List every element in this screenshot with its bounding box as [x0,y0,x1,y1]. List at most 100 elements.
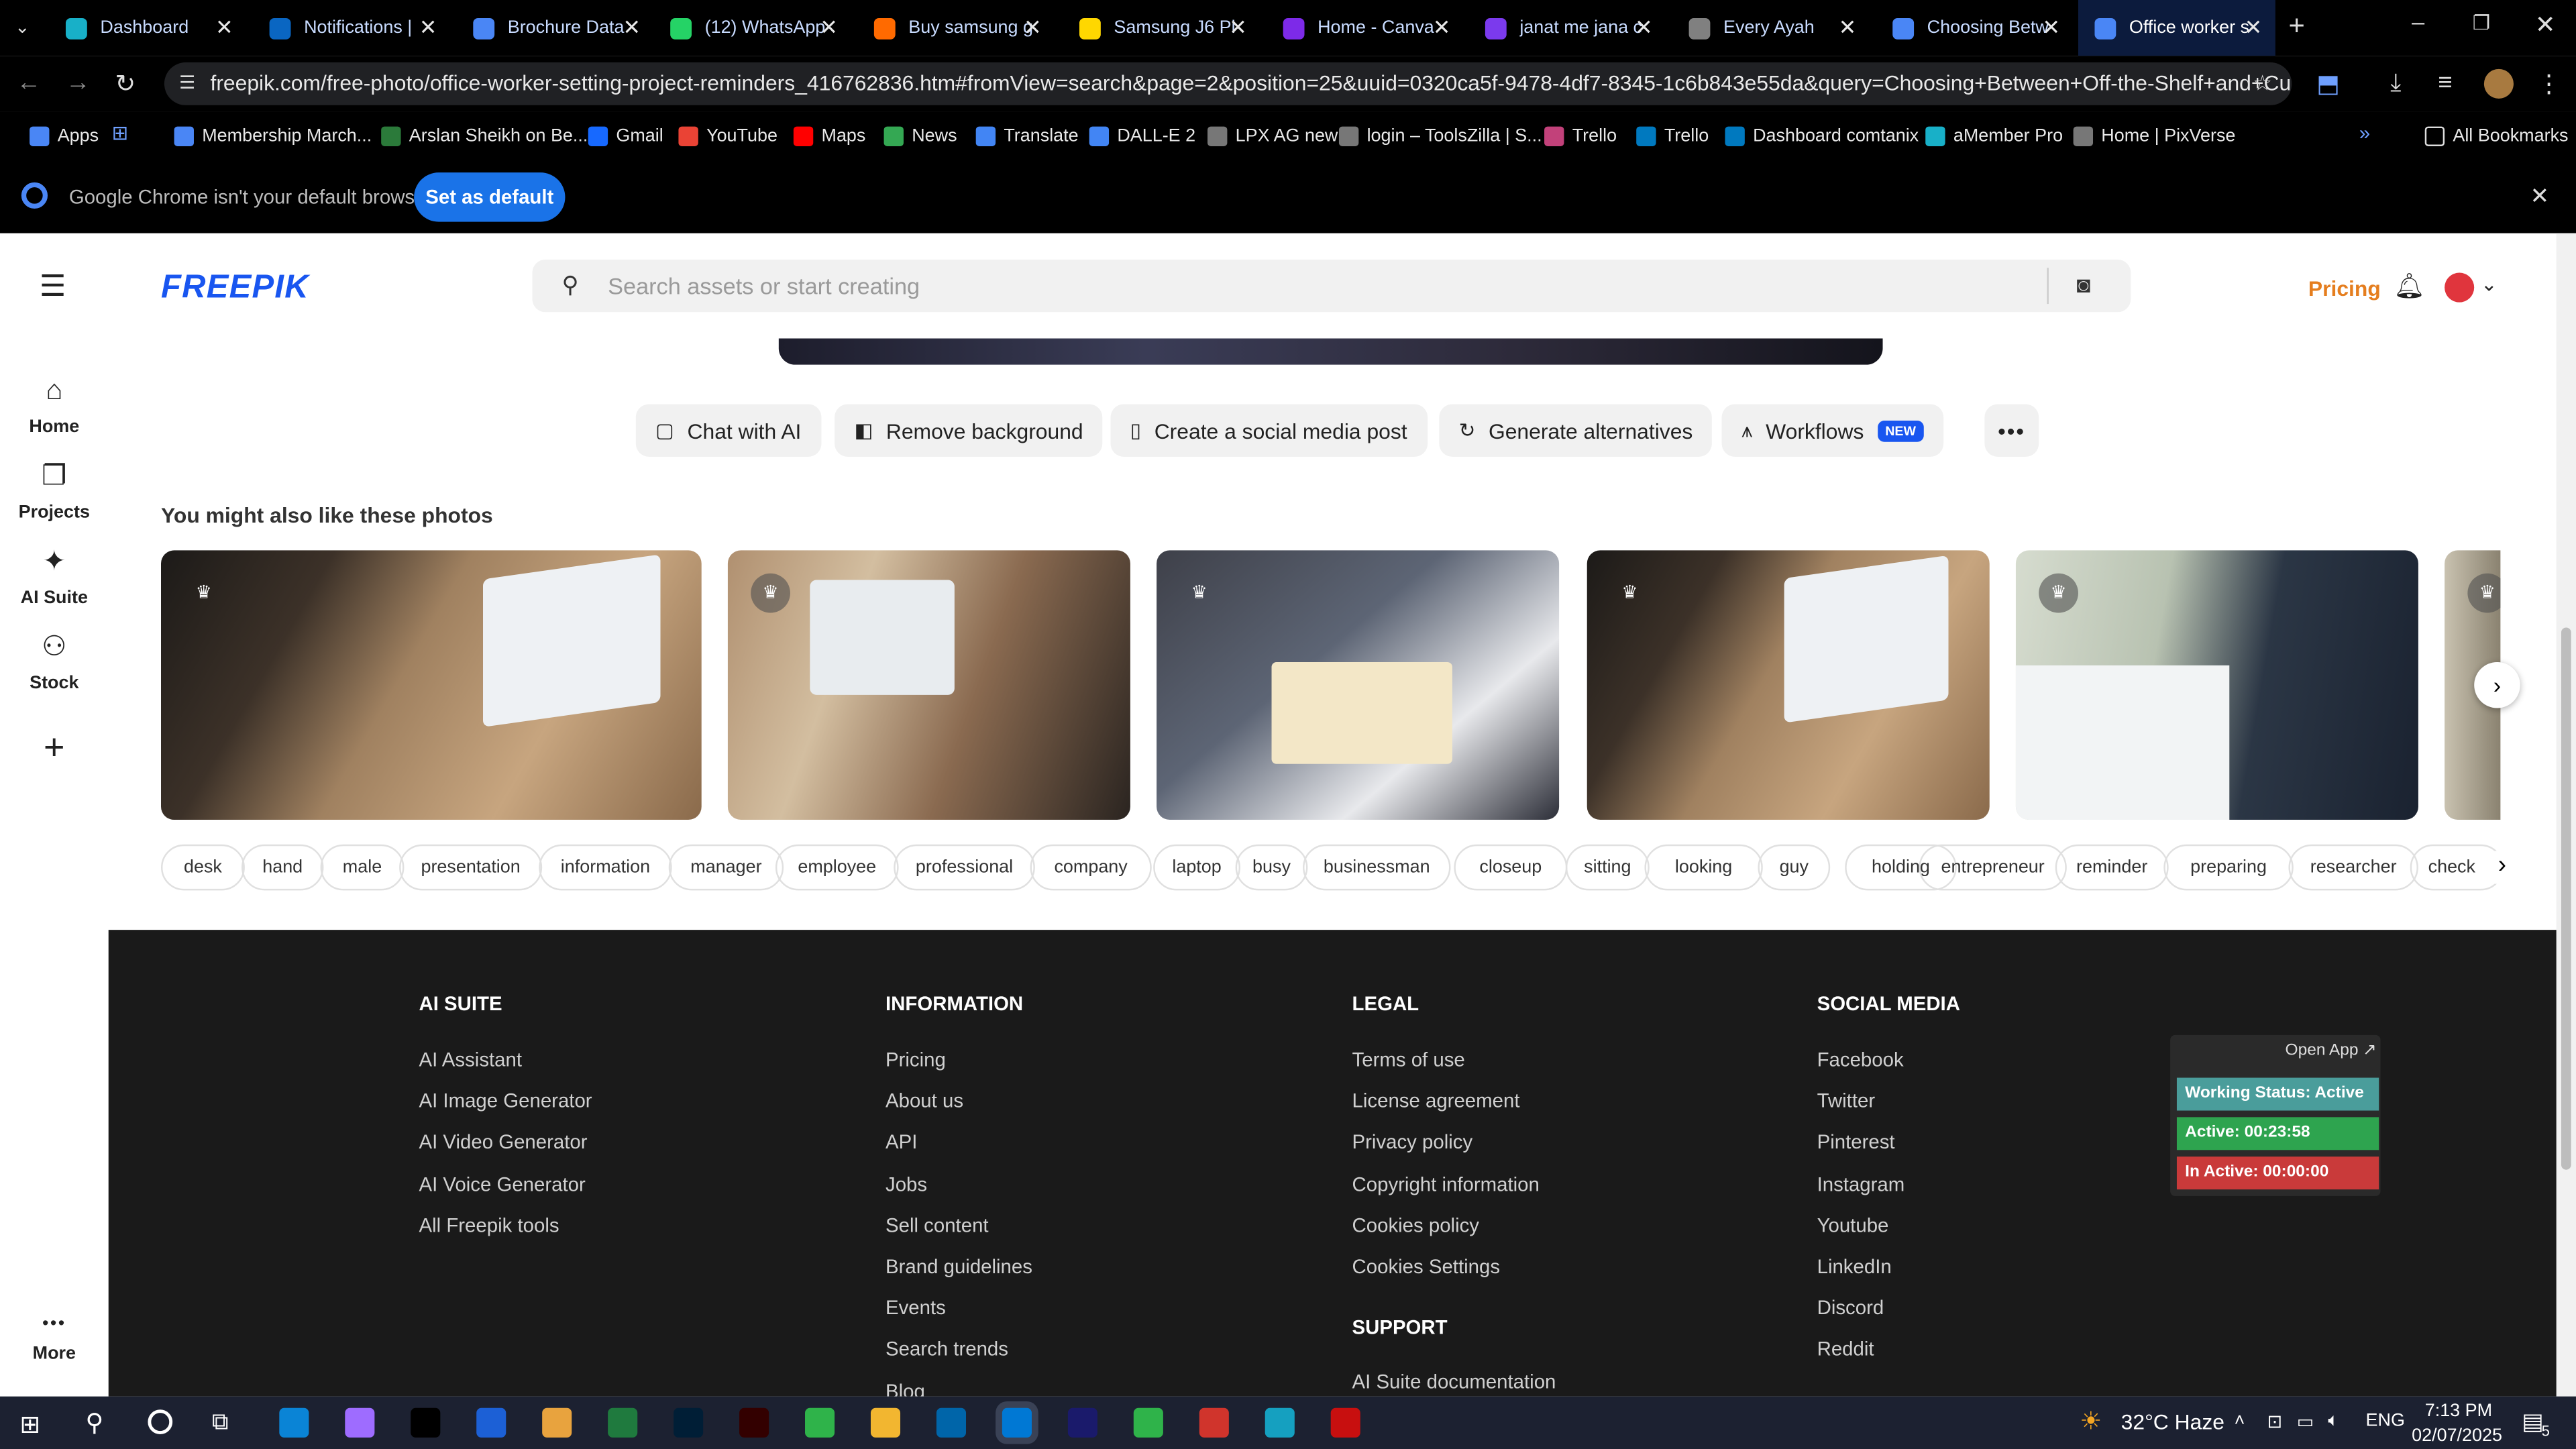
tag-chip[interactable]: company [1030,844,1152,891]
footer-link[interactable]: Pricing [885,1048,946,1071]
bookmark-item[interactable]: login – ToolsZilla | S... [1338,121,1542,151]
url-bar[interactable]: ☰ freepik.com/free-photo/office-worker-s… [164,62,2292,105]
tag-chip[interactable]: professional [894,844,1035,891]
extensions-icon[interactable]: ⬒ [2316,69,2340,99]
bookmark-item[interactable]: Trello [1636,121,1709,151]
related-photo-3[interactable]: ♛ [1157,550,1560,820]
bookmark-item[interactable]: DALL-E 2 [1089,121,1195,151]
user-avatar[interactable] [2445,272,2475,303]
footer-link[interactable]: Search trends [885,1338,1008,1360]
footer-link[interactable]: LinkedIn [1817,1255,1892,1278]
tag-chip[interactable]: busy [1235,844,1308,891]
footer-link[interactable]: Copyright information [1352,1173,1540,1195]
photos-next-arrow-icon[interactable]: › [2474,661,2520,708]
close-infobar-icon[interactable]: ✕ [2530,182,2549,211]
footer-link[interactable]: Jobs [885,1173,927,1195]
footer-link[interactable]: Discord [1817,1297,1884,1320]
footer-link[interactable]: Instagram [1817,1173,1905,1195]
search-input[interactable] [608,259,2021,313]
action-remove-background-button[interactable]: ◧ Remove background [835,404,1104,457]
footer-link[interactable]: Twitter [1817,1089,1876,1112]
pricing-link[interactable]: Pricing [2308,276,2381,301]
footer-link[interactable]: Events [885,1297,946,1320]
browser-tab[interactable]: Notifications | ✕ [253,0,450,56]
clock-time[interactable]: 7:13 PM [2425,1401,2492,1421]
related-photo-4[interactable]: ♛ [1587,550,1990,820]
search-bar[interactable]: ⚲ ◙ [532,259,2131,313]
notifications-bell-icon[interactable]: 🔔︎ [2394,271,2425,301]
clock-date[interactable]: 02/07/2025 [2412,1426,2502,1446]
hamburger-menu-icon[interactable]: ☰ [40,270,66,304]
taskbar-app-icon[interactable] [739,1407,769,1438]
footer-link[interactable]: Sell content [885,1214,989,1236]
bookmark-item[interactable]: YouTube [678,121,777,151]
tab-close-icon[interactable]: ✕ [2042,16,2060,38]
footer-link[interactable]: Blog [885,1379,925,1396]
bookmark-item[interactable]: Gmail [588,121,663,151]
browser-tab[interactable]: (12) WhatsApp ✕ [654,0,851,56]
taskbar-app-icon[interactable] [1067,1407,1097,1438]
tag-chip[interactable]: sitting [1565,844,1650,891]
tag-chip[interactable]: closeup [1454,844,1568,891]
bookmark-item[interactable]: Home | PixVerse [2073,121,2235,151]
bookmark-item[interactable]: Trello [1544,121,1617,151]
browser-tab[interactable]: Buy samsung g ✕ [857,0,1055,56]
footer-link[interactable]: AI Suite documentation [1352,1370,1556,1393]
sidebar-item-stock[interactable]: ⚇ Stock [0,631,109,693]
user-menu-chevron-icon[interactable]: ⌄ [2481,273,2498,296]
network-icon[interactable]: ▭ [2297,1411,2314,1432]
footer-link[interactable]: Privacy policy [1352,1131,1473,1154]
sidebar-item-projects[interactable]: ❐ Projects [0,460,109,523]
add-icon[interactable]: + [0,726,109,769]
tag-chip[interactable]: guy [1758,844,1831,891]
tag-chip[interactable]: looking [1644,844,1763,891]
tag-chip[interactable]: reminder [2055,844,2169,891]
bookmark-item[interactable]: Maps [793,121,865,151]
browser-tab[interactable]: janat me jana c ✕ [1468,0,1666,56]
profile-avatar[interactable] [2483,68,2514,99]
footer-link[interactable]: AI Video Generator [419,1131,587,1154]
tag-chip[interactable]: male [320,844,405,891]
bookmark-item[interactable]: LPX AG new [1208,121,1338,151]
browser-tab[interactable]: Samsung J6 Pl ✕ [1063,0,1260,56]
taskbar-app-icon[interactable] [608,1407,638,1438]
tag-chip[interactable]: manager [668,844,784,891]
tab-close-icon[interactable]: ✕ [820,16,838,38]
open-app-link[interactable]: Open App ↗ [2286,1042,2377,1060]
tab-search-icon[interactable]: ⌄ [15,16,30,38]
footer-link[interactable]: Facebook [1817,1048,1904,1071]
browser-tab[interactable]: Every Ayah ✕ [1672,0,1870,56]
taskbar-app-icon[interactable] [345,1407,375,1438]
action-create-a-social-media-post-button[interactable]: ▯ Create a social media post [1110,404,1428,457]
action-generate-alternatives-button[interactable]: ↻ Generate alternatives [1439,404,1713,457]
tag-chip[interactable]: employee [775,844,899,891]
browser-tab[interactable]: Choosing Betw ✕ [1876,0,2074,56]
footer-link[interactable]: Youtube [1817,1214,1889,1236]
tab-close-icon[interactable]: ✕ [215,16,233,38]
bookmark-item[interactable]: Dashboard comtanix [1725,121,1919,151]
page-scrollbar[interactable] [2556,233,2576,1397]
tab-close-icon[interactable]: ✕ [1229,16,1247,38]
all-bookmarks[interactable]: All Bookmarks [2424,121,2569,151]
taskbar-app-icon[interactable] [1133,1407,1163,1438]
tag-chip[interactable]: preparing [2163,844,2294,891]
bookmark-item[interactable]: Translate [975,121,1079,151]
bookmark-item[interactable]: aMember Pro [1925,121,2063,151]
tab-close-icon[interactable]: ✕ [419,16,437,38]
volume-icon[interactable]: 🔈︎ [2328,1411,2339,1433]
browser-tab[interactable]: Office worker s ✕ [2078,0,2275,56]
restore-button[interactable]: ❐ [2473,11,2490,34]
footer-link[interactable]: Reddit [1817,1338,1874,1360]
browser-tab[interactable]: Home - Canva ✕ [1267,0,1464,56]
tags-next-arrow-icon[interactable]: › [2487,851,2517,884]
apps-grid-icon[interactable]: ⊞ [112,121,129,144]
related-photo-1[interactable]: ♛ [161,550,702,820]
weather-text[interactable]: 32°C Haze [2121,1409,2224,1434]
footer-link[interactable]: Brand guidelines [885,1255,1032,1278]
back-icon[interactable]: ← [16,69,41,97]
footer-link[interactable]: AI Voice Generator [419,1173,585,1195]
tray-overflow-icon[interactable]: ˄ [2235,1411,2245,1431]
tab-close-icon[interactable]: ✕ [623,16,641,38]
taskbar-app-icon[interactable] [1002,1407,1032,1438]
new-tab-button[interactable]: + [2288,10,2304,43]
